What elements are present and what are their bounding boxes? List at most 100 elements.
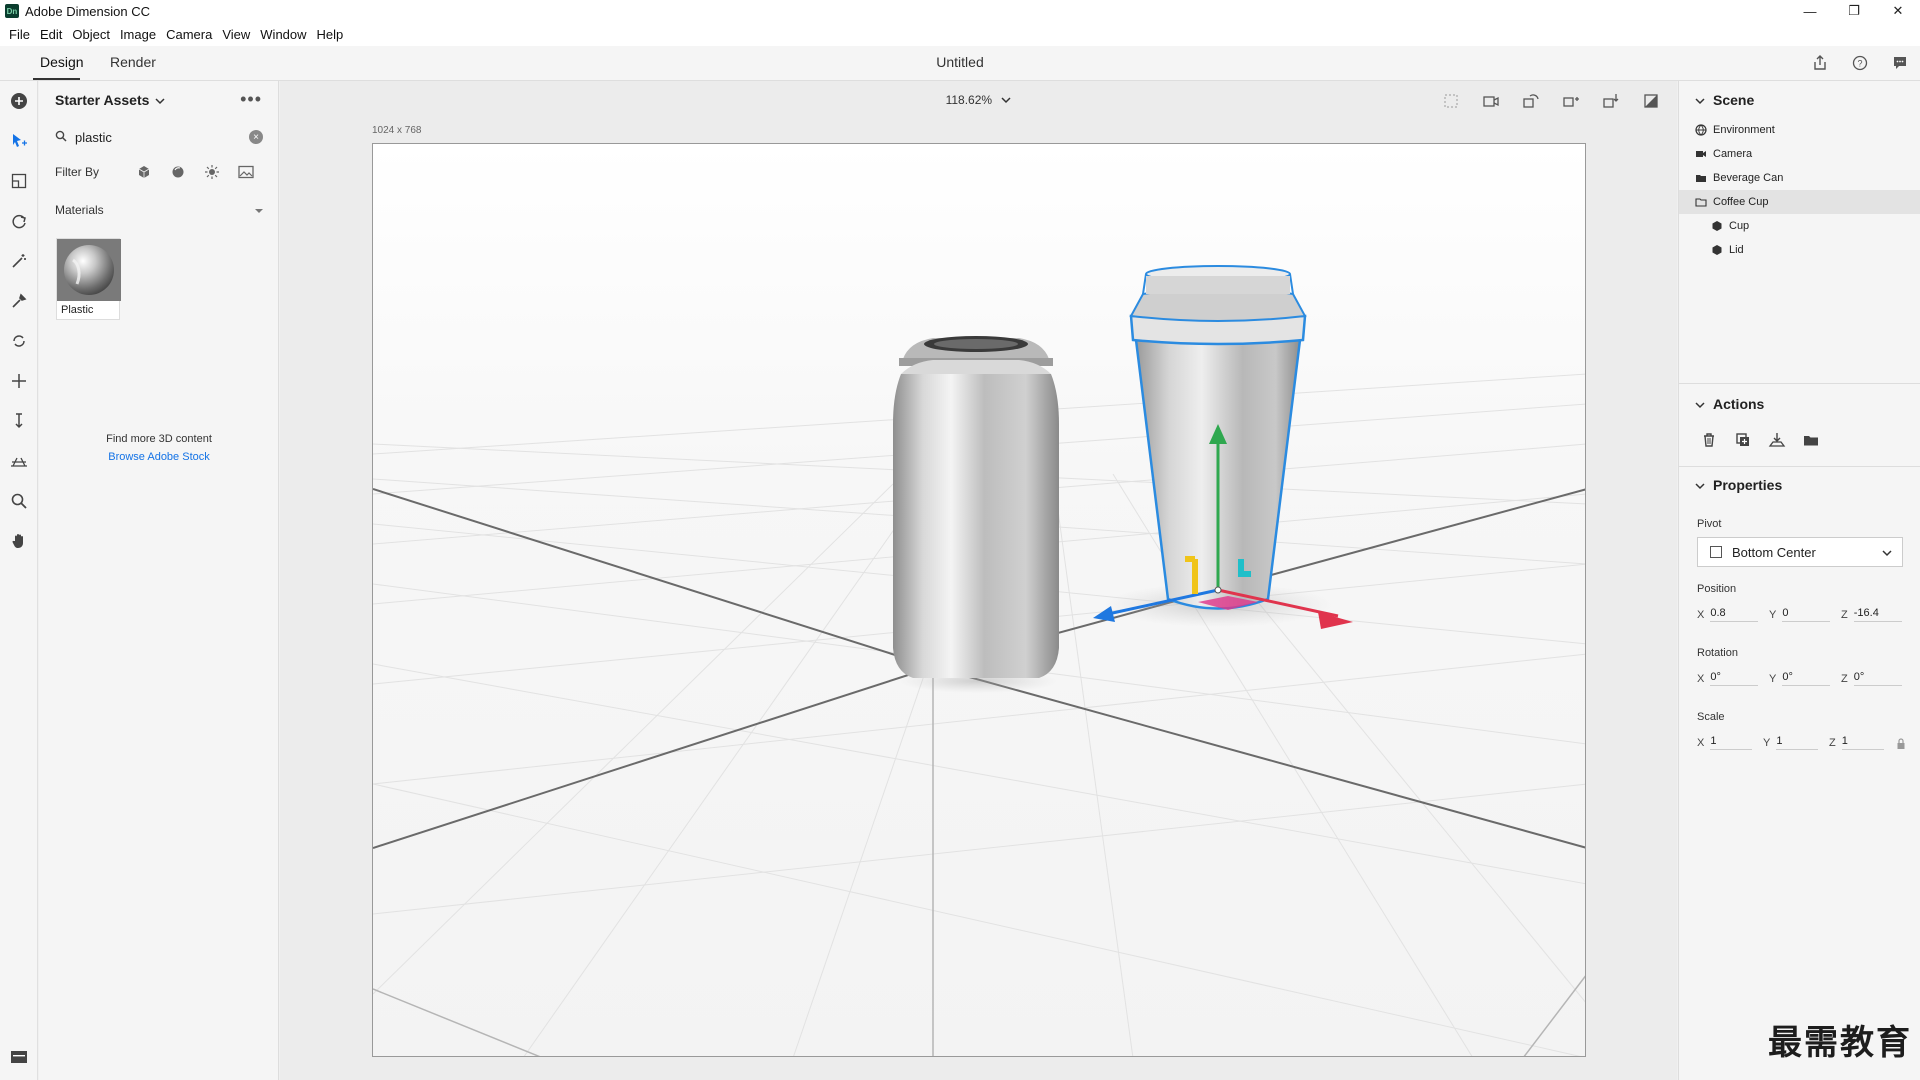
restore-button[interactable]: ❐ <box>1832 0 1876 22</box>
scene-item-beverage-can[interactable]: Beverage Can <box>1695 166 1920 190</box>
menu-edit[interactable]: Edit <box>35 27 67 42</box>
tool-bar <box>0 81 38 1080</box>
assets-header[interactable]: Starter Assets <box>55 92 165 108</box>
lock-proportions-icon[interactable] <box>1896 738 1906 753</box>
hand-icon[interactable] <box>0 521 38 561</box>
assets-header-label: Starter Assets <box>55 92 150 108</box>
chevron-down-icon <box>1695 396 1705 412</box>
position-z-field[interactable]: Z -16.4 <box>1841 607 1913 622</box>
zoom-icon[interactable] <box>0 481 38 521</box>
filter-lights-icon[interactable] <box>203 163 220 180</box>
filter-images-icon[interactable] <box>237 163 254 180</box>
menu-object[interactable]: Object <box>67 27 115 42</box>
drop-to-ground-icon[interactable] <box>1767 430 1787 450</box>
pan-icon[interactable] <box>0 361 38 401</box>
scene-item-camera[interactable]: Camera <box>1695 142 1920 166</box>
caret-down-icon <box>255 203 263 217</box>
chevron-down-icon <box>1882 545 1892 560</box>
more-options-button[interactable]: ••• <box>240 89 262 110</box>
top-right-icons: ? <box>1808 51 1912 75</box>
orbit-icon[interactable] <box>0 201 38 241</box>
menu-help[interactable]: Help <box>312 27 349 42</box>
dolly-icon[interactable] <box>0 401 38 441</box>
minimize-button[interactable]: — <box>1788 0 1832 22</box>
menu-window[interactable]: Window <box>255 27 311 42</box>
scene-item-coffee-cup[interactable]: Coffee Cup <box>1679 190 1920 214</box>
materials-label: Materials <box>55 203 104 217</box>
camera-icon <box>1695 148 1707 160</box>
material-thumbnail[interactable]: Plastic <box>56 238 121 320</box>
app-logo: Dn <box>5 4 19 18</box>
duplicate-icon[interactable] <box>1733 430 1753 450</box>
actions-title: Actions <box>1713 396 1765 412</box>
chevron-down-icon <box>155 92 165 108</box>
share-icon[interactable] <box>1808 51 1832 75</box>
feedback-icon[interactable] <box>1888 51 1912 75</box>
scene-item-cup[interactable]: Cup <box>1711 214 1920 238</box>
select-tool-icon[interactable] <box>0 121 38 161</box>
pivot-label: Pivot <box>1697 518 1722 530</box>
scale-y-value: 1 <box>1776 735 1819 750</box>
render-preview-icon[interactable] <box>1639 89 1663 113</box>
scene-item-environment[interactable]: Environment <box>1695 118 1920 142</box>
add-icon[interactable] <box>0 81 38 121</box>
eyedropper-icon[interactable] <box>0 281 38 321</box>
properties-section-header[interactable]: Properties <box>1695 477 1782 493</box>
pivot-dropdown[interactable]: Bottom Center <box>1697 537 1903 567</box>
menu-camera[interactable]: Camera <box>161 27 217 42</box>
rotation-x-field[interactable]: X 0° <box>1697 671 1769 686</box>
frame-icon[interactable] <box>1439 89 1463 113</box>
menu-image[interactable]: Image <box>115 27 161 42</box>
tab-design[interactable]: Design <box>40 54 84 70</box>
position-y-field[interactable]: Y0 <box>1769 607 1841 622</box>
material-preview-sphere <box>57 239 121 301</box>
scene-item-lid[interactable]: Lid <box>1711 238 1920 262</box>
camera-orbit-icon[interactable] <box>1519 89 1543 113</box>
pan-orbit-icon[interactable] <box>0 321 38 361</box>
position-x-field[interactable]: X 0.8 <box>1697 607 1769 622</box>
filter-models-icon[interactable] <box>135 163 152 180</box>
horizon-icon[interactable] <box>0 441 38 481</box>
tab-render[interactable]: Render <box>110 54 156 70</box>
rotation-z-field[interactable]: Z 0° <box>1841 671 1913 686</box>
divider <box>1679 466 1920 467</box>
scale-x-field[interactable]: X1 <box>1697 735 1763 750</box>
position-label: Position <box>1697 583 1737 595</box>
group-folder-icon[interactable] <box>1801 430 1821 450</box>
scale-z-field[interactable]: Z1 <box>1829 735 1895 750</box>
select-box-icon[interactable] <box>0 161 38 201</box>
rotation-y-field[interactable]: Y 0° <box>1769 671 1841 686</box>
close-button[interactable]: ✕ <box>1876 0 1920 22</box>
menu-view[interactable]: View <box>217 27 255 42</box>
viewport-area: 118.62% 1024 x 768 <box>280 81 1677 1080</box>
search-input[interactable] <box>75 129 235 145</box>
filter-label: Filter By <box>55 164 100 179</box>
delete-icon[interactable] <box>1699 430 1719 450</box>
camera-dolly-icon[interactable] <box>1599 89 1623 113</box>
search-icon <box>55 130 67 145</box>
actions-section-header[interactable]: Actions <box>1695 396 1764 412</box>
material-name: Plastic <box>61 304 94 316</box>
3d-canvas[interactable] <box>372 143 1586 1057</box>
camera-pan-icon[interactable] <box>1559 89 1583 113</box>
camera-frame-icon[interactable] <box>1479 89 1503 113</box>
materials-category[interactable]: Materials <box>55 203 263 217</box>
scale-y-field[interactable]: Y1 <box>1763 735 1829 750</box>
clear-search-icon[interactable]: × <box>249 130 263 144</box>
scene-item-label: Camera <box>1713 148 1753 160</box>
mesh-icon <box>1711 220 1723 232</box>
scene-section-header[interactable]: Scene <box>1695 92 1754 108</box>
scale-fields: X1 Y1 Z1 <box>1697 735 1907 750</box>
panel-toggle-icon[interactable] <box>0 1042 38 1072</box>
scale-x-value: 1 <box>1710 735 1753 750</box>
folder-icon <box>1695 172 1707 184</box>
menu-file[interactable]: File <box>4 27 35 42</box>
filter-materials-icon[interactable] <box>169 163 186 180</box>
browse-adobe-stock-link[interactable]: Browse Adobe Stock <box>39 451 279 463</box>
divider <box>1679 383 1920 384</box>
help-icon[interactable]: ? <box>1848 51 1872 75</box>
magic-wand-icon[interactable] <box>0 241 38 281</box>
scene-item-label: Cup <box>1729 220 1750 232</box>
properties-panel: Scene Environment Camera Beverage Can Co… <box>1678 81 1920 1080</box>
scale-label: Scale <box>1697 711 1725 723</box>
